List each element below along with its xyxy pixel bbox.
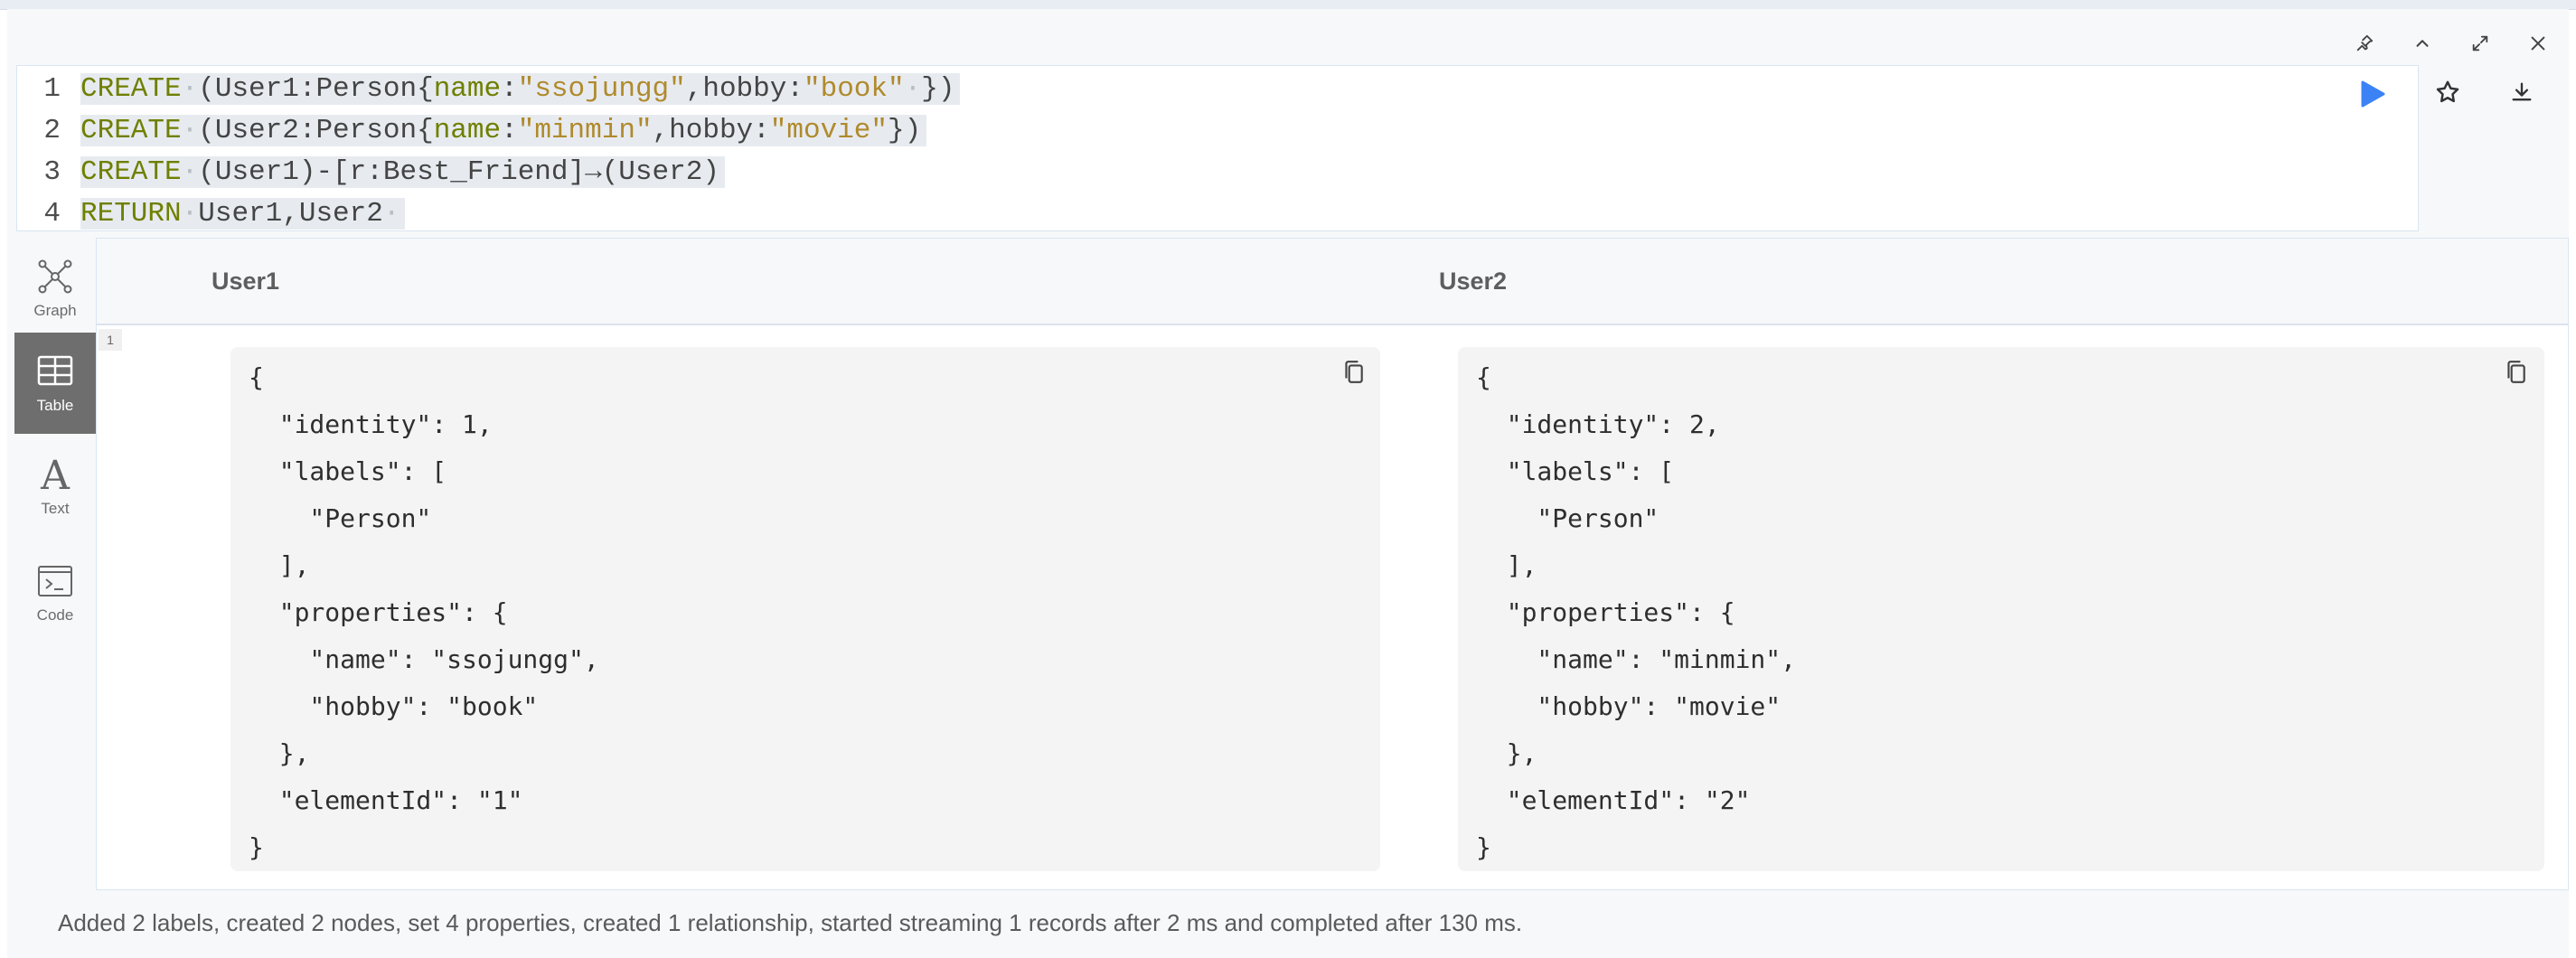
json-line: {	[249, 362, 264, 392]
code-token: RETURN	[80, 197, 182, 230]
query-editor[interactable]: 1 CREATE·(User1:Person{name:"ssojungg",ho…	[16, 65, 2419, 231]
code-text[interactable]: CREATE·(User1:Person{name:"ssojungg",hob…	[80, 72, 961, 105]
code-line[interactable]: 2 CREATE·(User2:Person{name:"minmin",hobb…	[17, 109, 927, 151]
code-line[interactable]: 4 RETURN·User1,User2·	[17, 193, 406, 234]
line-number: 1	[43, 72, 61, 105]
sidebar-label-text: Text	[41, 500, 70, 517]
sidebar-item-table[interactable]: Table	[14, 333, 96, 434]
json-line: },	[249, 738, 310, 768]
code-token: ·	[904, 72, 922, 105]
json-line: }	[1476, 832, 1491, 862]
json-line: ],	[1476, 550, 1537, 580]
row-number: 1	[99, 329, 122, 351]
json-line: "hobby": "movie"	[1476, 691, 1782, 721]
code-token: name	[433, 72, 502, 105]
line-number: 2	[43, 114, 61, 146]
run-icon[interactable]	[2353, 74, 2393, 114]
json-line: "labels": [	[1476, 456, 1675, 486]
json-cell-user2: { "identity": 2, "labels": [ "Person" ],…	[1458, 347, 2544, 871]
download-icon[interactable]	[2502, 72, 2542, 112]
line-number: 3	[43, 155, 61, 188]
code-token: (User1)-[r:Best_Friend]→(User2)	[198, 155, 719, 188]
json-line: "labels": [	[249, 456, 447, 486]
json-line: "Person"	[249, 503, 432, 533]
sidebar-item-graph[interactable]: Graph	[14, 238, 96, 339]
code-token: CREATE	[80, 72, 182, 105]
code-token: name	[433, 114, 502, 146]
column-header-user1: User1	[212, 267, 280, 295]
json-cell-user1: { "identity": 1, "labels": [ "Person" ],…	[230, 347, 1380, 871]
close-icon[interactable]	[2524, 29, 2552, 58]
code-token: User1,User2	[198, 197, 383, 230]
json-line: "name": "ssojungg",	[249, 644, 599, 674]
code-text[interactable]: CREATE·(User1)-[r:Best_Friend]→(User2)	[80, 155, 725, 188]
json-line: "identity": 1,	[249, 409, 493, 439]
graph-icon	[38, 259, 72, 294]
json-line: "Person"	[1476, 503, 1659, 533]
fullscreen-icon[interactable]	[2466, 29, 2495, 58]
code-token: })	[921, 72, 955, 105]
json-line: "hobby": "book"	[249, 691, 539, 721]
result-frame: 1 CREATE·(User1:Person{name:"ssojungg",ho…	[7, 9, 2569, 958]
json-line: "identity": 2,	[1476, 409, 1720, 439]
json-line: "name": "minmin",	[1476, 644, 1797, 674]
code-token: "ssojungg"	[517, 72, 686, 105]
line-number: 4	[43, 197, 61, 230]
code-token: ,hobby:	[685, 72, 804, 105]
copy-icon[interactable]	[1335, 354, 1371, 390]
code-token: ·	[181, 72, 199, 105]
collapse-up-icon[interactable]	[2408, 29, 2437, 58]
code-token: ·	[181, 114, 199, 146]
json-text-user1: { "identity": 1, "labels": [ "Person" ],…	[249, 354, 599, 871]
code-text[interactable]: CREATE·(User2:Person{name:"minmin",hobby…	[80, 114, 927, 146]
json-line: "properties": {	[249, 597, 508, 627]
code-token: :	[501, 114, 518, 146]
table-header: User1 User2	[97, 239, 2568, 325]
status-bar-text: Added 2 labels, created 2 nodes, set 4 p…	[58, 909, 1523, 936]
code-token: CREATE	[80, 155, 182, 188]
json-line: {	[1476, 362, 1491, 392]
code-token: ,hobby:	[652, 114, 770, 146]
code-line[interactable]: 1 CREATE·(User1:Person{name:"ssojungg",ho…	[17, 68, 961, 109]
code-token: "book"	[803, 72, 905, 105]
svg-text:A: A	[40, 455, 71, 494]
results-table: User1 User2 1 { "identity": 1, "labels":…	[96, 238, 2569, 890]
code-token: ·	[181, 155, 199, 188]
code-token: "minmin"	[517, 114, 653, 146]
table-icon	[37, 355, 73, 386]
code-text[interactable]: RETURN·User1,User2·	[80, 197, 406, 230]
column-header-user2: User2	[1439, 267, 1508, 295]
sidebar-label-graph: Graph	[33, 302, 77, 319]
star-icon[interactable]	[2428, 72, 2468, 112]
code-line[interactable]: 3 CREATE·(User1)-[r:Best_Friend]→(User2)	[17, 151, 725, 193]
json-line: "elementId": "2"	[1476, 785, 1751, 815]
code-token: (User2:Person{	[198, 114, 434, 146]
code-token: ·	[382, 197, 400, 230]
code-token: "movie"	[769, 114, 888, 146]
json-line: },	[1476, 738, 1537, 768]
json-line: ],	[249, 550, 310, 580]
text-icon: A	[40, 455, 71, 494]
code-token: CREATE	[80, 114, 182, 146]
json-line: "properties": {	[1476, 597, 1735, 627]
json-line: }	[249, 832, 264, 862]
code-token: :	[501, 72, 518, 105]
sidebar-item-text[interactable]: A Text	[14, 436, 96, 537]
copy-icon[interactable]	[2497, 354, 2534, 390]
json-text-user2: { "identity": 2, "labels": [ "Person" ],…	[1476, 354, 1796, 871]
json-line: "elementId": "1"	[249, 785, 523, 815]
sidebar-item-code[interactable]: Code	[14, 542, 96, 643]
pin-icon[interactable]	[2350, 29, 2379, 58]
code-icon	[38, 566, 72, 596]
sidebar-label-code: Code	[36, 606, 74, 624]
code-token: })	[888, 114, 922, 146]
code-token: (User1:Person{	[198, 72, 434, 105]
code-token: ·	[181, 197, 199, 230]
sidebar-label-table: Table	[36, 397, 74, 414]
